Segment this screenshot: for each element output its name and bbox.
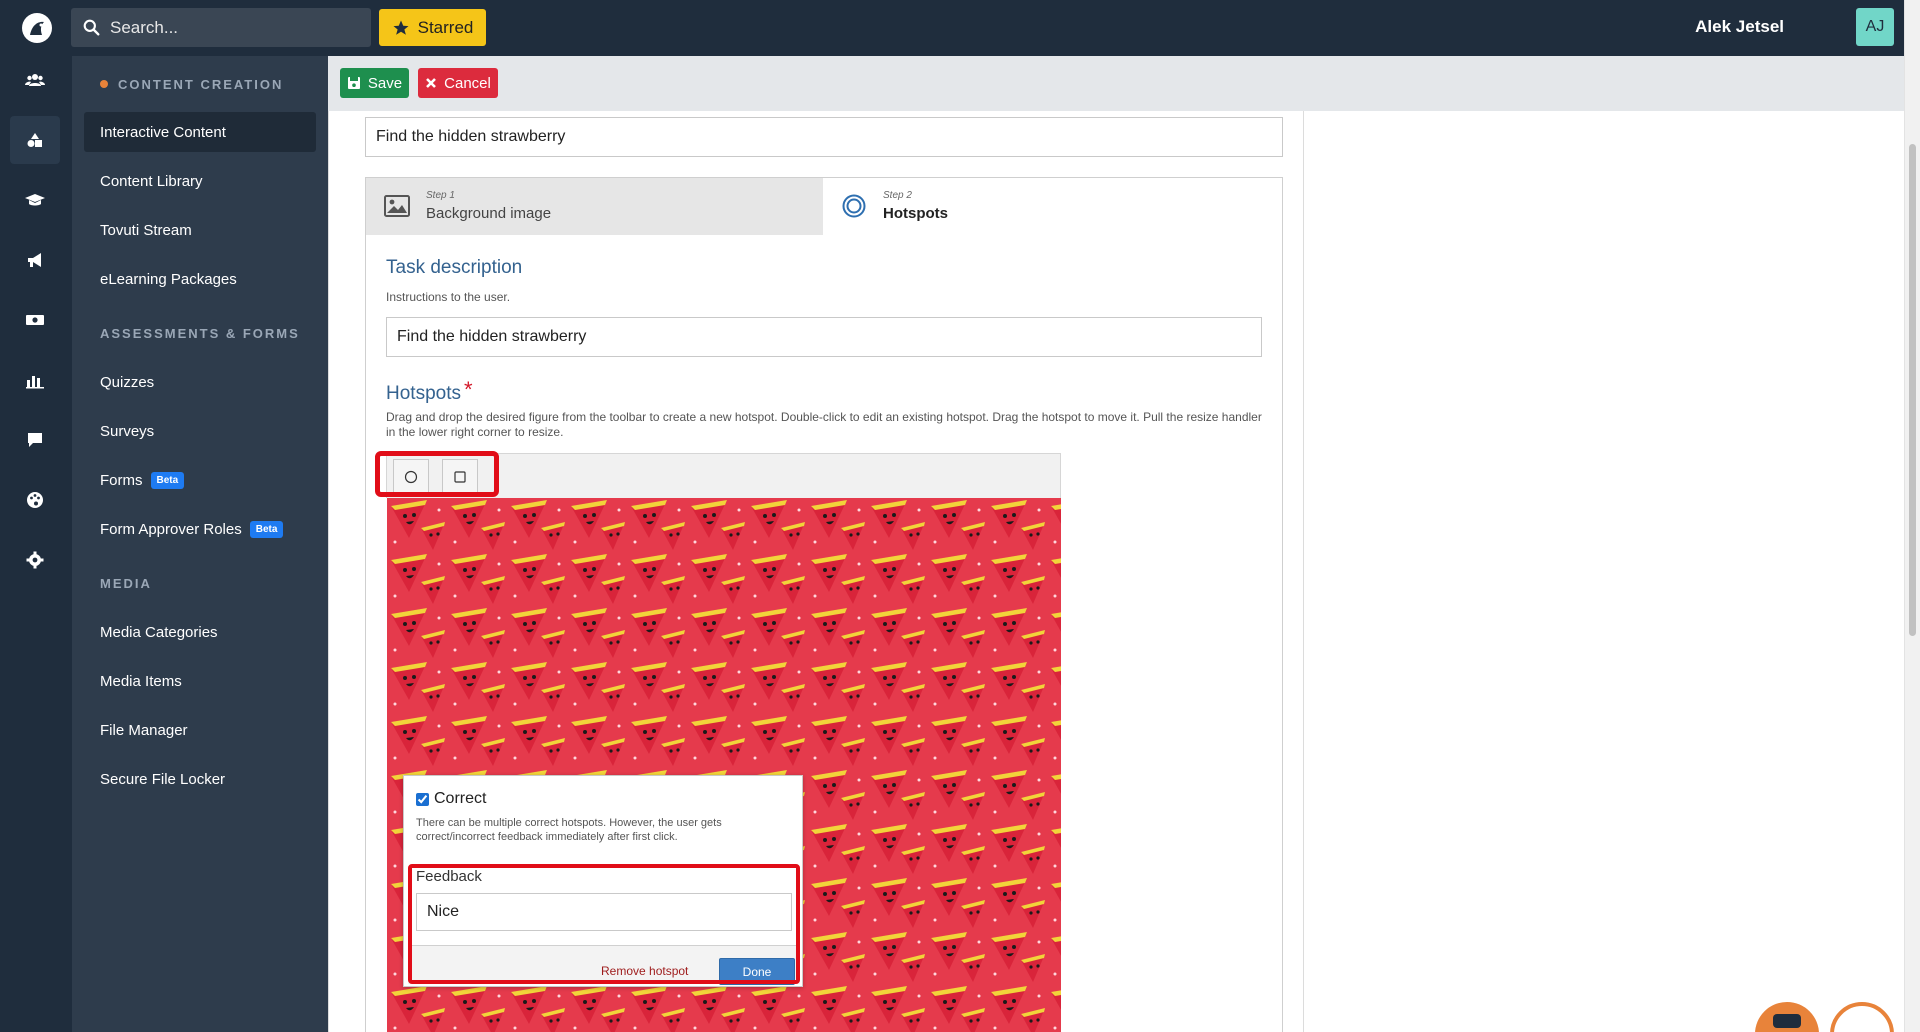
section-assessments-forms: ASSESSMENTS & FORMS [100,326,300,341]
icon-rail [0,56,72,1032]
required-mark: * [463,377,473,402]
cancel-label: Cancel [444,74,491,92]
correct-label: Correct [434,790,487,807]
task-description-title: Task description [386,257,523,278]
image-icon [384,195,410,217]
rail-content[interactable] [10,116,60,164]
step-label: Background image [426,205,552,222]
save-button[interactable]: Save [340,68,409,98]
starred-button[interactable]: Starred [379,9,486,46]
app-logo-icon[interactable] [20,11,54,45]
sidebar-item-interactive-content[interactable]: Interactive Content [84,112,316,152]
search-icon [83,19,100,36]
sidebar-item-quizzes[interactable]: Quizzes [84,362,316,402]
rail-commerce[interactable] [10,296,60,344]
megaphone-icon [28,253,41,267]
correct-help: There can be multiple correct hotspots. … [416,817,722,843]
sidebar-item-surveys[interactable]: Surveys [84,411,316,451]
step-number: Step 1 [426,190,455,201]
sidebar-item-tovuti-stream[interactable]: Tovuti Stream [84,210,316,250]
correct-checkbox-row[interactable]: Correct [416,790,486,808]
users-icon [25,74,45,86]
palette-icon [27,492,43,508]
hotspot-settings-popup: Correct There can be multiple correct ho… [403,775,803,987]
action-bar: Save Cancel [328,56,1904,111]
close-icon [426,78,437,88]
shapes-icon [27,133,42,147]
step-label: Hotspots [883,205,948,222]
beta-badge: Beta [150,471,185,489]
sidebar-item-file-manager[interactable]: File Manager [84,710,316,750]
graduation-cap-icon [25,194,45,206]
sidebar-item-elearning-packages[interactable]: eLearning Packages [84,259,316,299]
search-box[interactable] [71,8,371,47]
search-input[interactable] [110,17,350,38]
starred-label: Starred [417,17,474,37]
feedback-highlight-annotation [408,864,800,984]
section-media: MEDIA [100,576,152,591]
star-icon [393,20,409,35]
task-description-input[interactable] [386,317,1262,357]
rail-reports[interactable] [10,356,60,404]
target-icon [842,194,866,218]
money-icon [26,315,44,325]
rail-learning[interactable] [10,176,60,224]
rail-settings[interactable] [10,536,60,584]
status-dot [100,80,108,88]
step-number: Step 2 [883,190,912,201]
save-label: Save [367,74,403,92]
sidebar-item-forms[interactable]: Forms Beta [84,460,316,500]
scrollbar-thumb[interactable] [1909,144,1916,636]
sidebar-item-secure-file-locker[interactable]: Secure File Locker [84,759,316,799]
tab-step-2-hotspots[interactable]: Step 2 Hotspots [823,178,1282,235]
hotspots-help: Drag and drop the desired figure from th… [386,410,1262,439]
sidebar: CONTENT CREATION Interactive Content Con… [72,56,328,1032]
chat-icon [1773,1014,1801,1028]
sidebar-item-media-items[interactable]: Media Items [84,661,316,701]
correct-checkbox[interactable] [416,792,429,806]
rail-announcements[interactable] [10,236,60,284]
task-description-help: Instructions to the user. [386,290,511,304]
tab-step-1-background-image[interactable]: Step 1 Background image [366,178,823,235]
sidebar-item-content-library[interactable]: Content Library [84,161,316,201]
toolbar-highlight-annotation [375,451,499,497]
chat-launcher-button[interactable] [1755,1002,1819,1032]
sidebar-item-media-categories[interactable]: Media Categories [84,612,316,652]
rail-messages[interactable] [10,416,60,464]
user-name[interactable]: Alek Jetsel [1695,17,1784,37]
hotspots-title: Hotspots * [386,377,473,404]
sidebar-item-form-approver-roles[interactable]: Form Approver Roles Beta [84,509,316,549]
rail-branding[interactable] [10,476,60,524]
chart-icon [26,376,44,389]
help-launcher-button[interactable] [1830,1002,1894,1032]
rail-users[interactable] [10,56,60,104]
title-input[interactable] [365,117,1283,157]
comment-icon [28,433,42,447]
gear-icon [26,551,44,569]
section-content-creation: CONTENT CREATION [100,77,283,92]
avatar[interactable]: AJ [1856,8,1894,46]
floppy-disk-icon [347,77,360,89]
top-bar: Starred Alek Jetsel AJ [0,0,1920,56]
cancel-button[interactable]: Cancel [418,68,498,98]
beta-badge: Beta [249,520,284,538]
